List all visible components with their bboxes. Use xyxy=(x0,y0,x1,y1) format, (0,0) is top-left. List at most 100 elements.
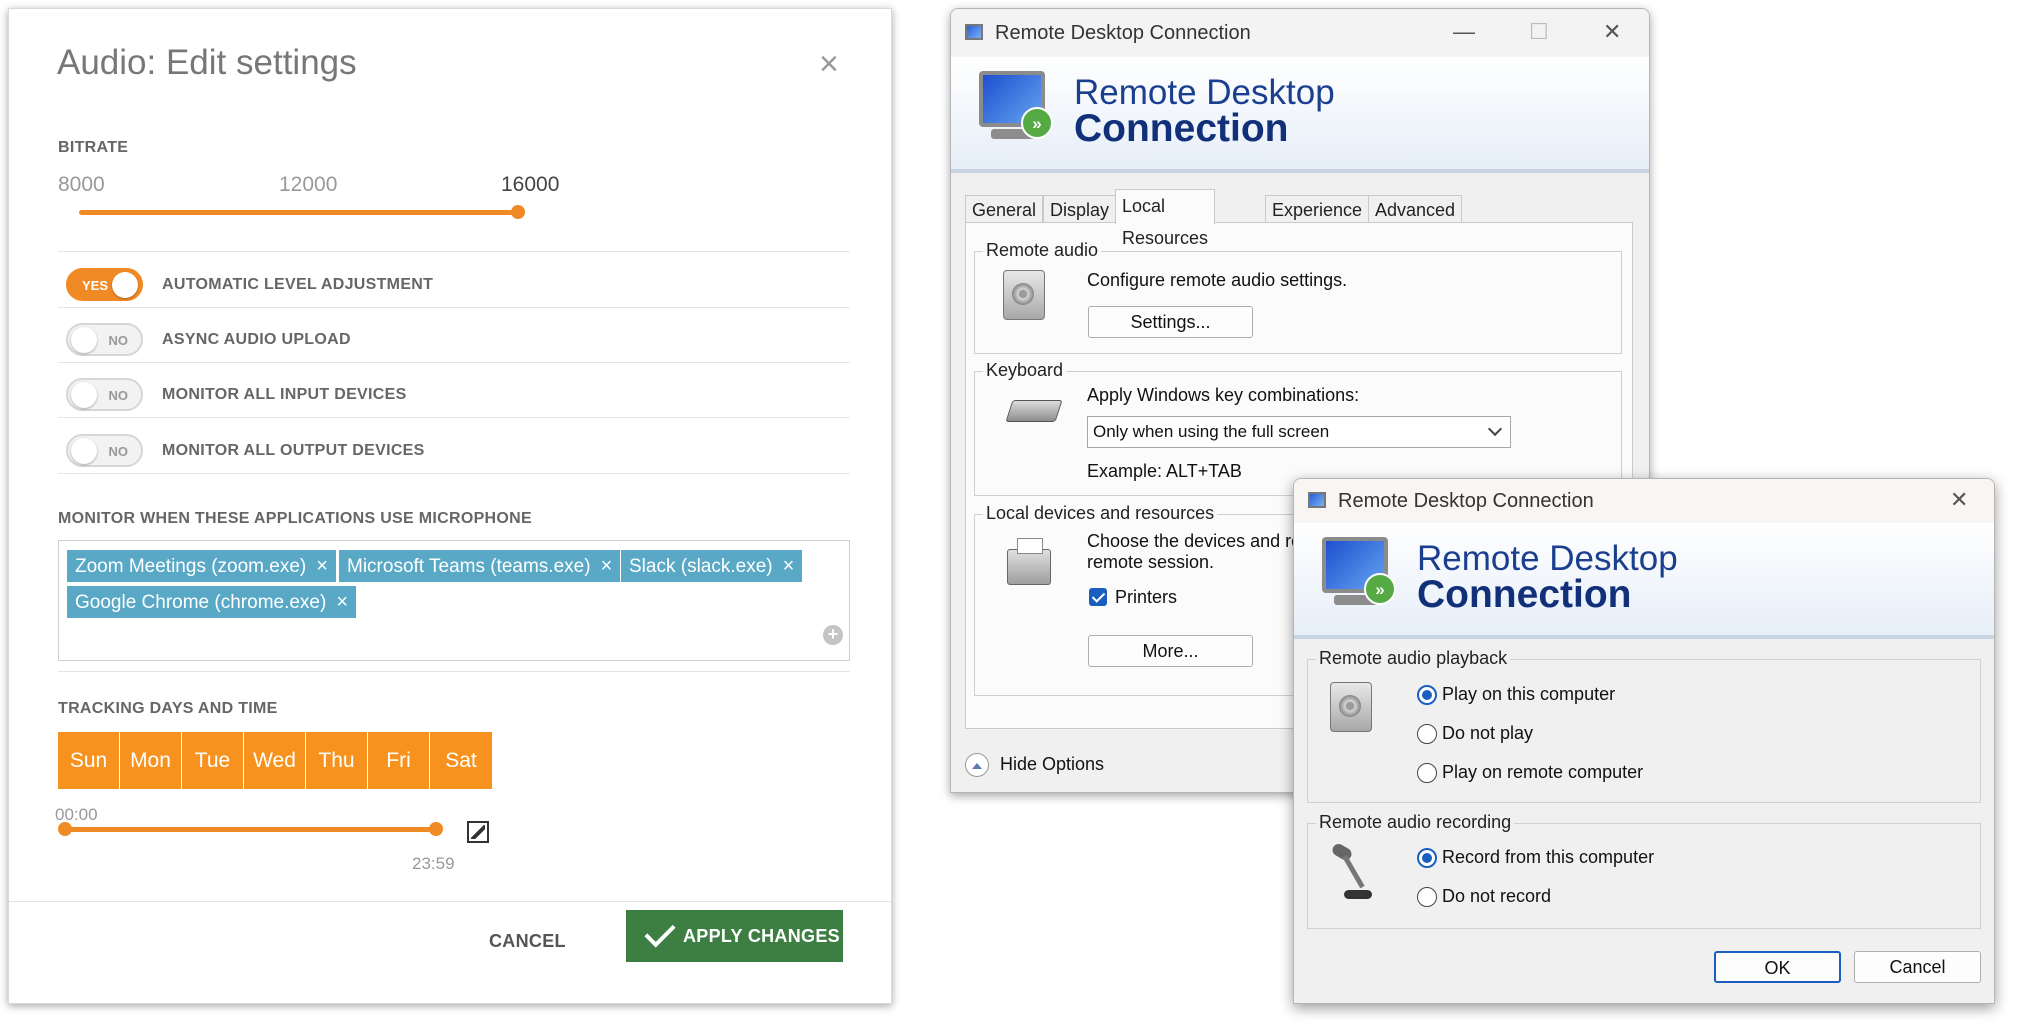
apps-tag-input[interactable]: Zoom Meetings (zoom.exe) × Microsoft Team… xyxy=(58,540,850,661)
ok-button[interactable]: OK xyxy=(1714,951,1841,983)
radio-label: Do not play xyxy=(1442,723,1534,743)
toggle-state-label: YES xyxy=(82,278,109,293)
keyboard-icon xyxy=(1005,400,1063,422)
tab-local-resources[interactable]: Local Resources xyxy=(1115,189,1216,248)
keyboard-description: Apply Windows key combinations: xyxy=(1087,385,1360,405)
monitor-input-toggle[interactable]: NO xyxy=(66,378,143,411)
divider xyxy=(58,671,850,672)
toggle-state-label: NO xyxy=(108,444,129,459)
window-title: Remote Desktop Connection xyxy=(995,22,1251,44)
app-chip: Zoom Meetings (zoom.exe) × xyxy=(67,550,336,582)
toggle-knob xyxy=(71,438,97,464)
day-tue[interactable]: Tue xyxy=(182,732,244,789)
app-icon xyxy=(965,24,983,40)
printers-label: Printers xyxy=(1115,587,1178,607)
footer-divider xyxy=(9,901,891,902)
day-sat[interactable]: Sat xyxy=(430,732,492,789)
audio-settings-button[interactable]: Settings... xyxy=(1088,306,1253,338)
title-bar[interactable]: Remote Desktop Connection — ☐ ✕ xyxy=(951,9,1649,57)
group-title: Keyboard xyxy=(983,360,1067,381)
toggle-label: MONITOR ALL OUTPUT DEVICES xyxy=(162,442,425,459)
divider xyxy=(58,362,850,363)
tab-advanced[interactable]: Advanced xyxy=(1368,195,1463,223)
time-slider-track[interactable] xyxy=(65,827,437,832)
toggle-row-monitor-input: NO MONITOR ALL INPUT DEVICES xyxy=(58,373,850,417)
record-from-this-computer-radio[interactable] xyxy=(1417,848,1437,868)
microphone-icon xyxy=(1326,841,1376,902)
toggle-knob xyxy=(71,382,97,408)
remove-icon[interactable]: × xyxy=(601,555,613,577)
remove-icon[interactable]: × xyxy=(336,591,348,613)
day-fri[interactable]: Fri xyxy=(368,732,430,789)
playback-group: Remote audio playback Play on this compu… xyxy=(1307,648,1981,803)
radio-label: Record from this computer xyxy=(1442,847,1655,867)
day-sun[interactable]: Sun xyxy=(58,732,120,789)
maximize-icon[interactable]: ☐ xyxy=(1529,19,1549,45)
cancel-button[interactable]: CANCEL xyxy=(489,931,566,952)
remove-icon[interactable]: × xyxy=(316,555,328,577)
toggle-state-label: NO xyxy=(108,333,129,348)
day-mon[interactable]: Mon xyxy=(120,732,182,789)
close-icon[interactable]: ✕ xyxy=(1950,487,1968,513)
local-devices-description-line1: Choose the devices and re xyxy=(1087,531,1302,551)
time-slider-end-handle[interactable] xyxy=(429,822,443,836)
bitrate-slider-track[interactable] xyxy=(79,210,519,215)
title-bar[interactable]: Remote Desktop Connection ✕ xyxy=(1294,479,1994,523)
app-chip: Microsoft Teams (teams.exe) × xyxy=(339,550,621,582)
play-on-this-computer-radio[interactable] xyxy=(1417,685,1437,705)
do-not-record-radio[interactable] xyxy=(1417,887,1437,907)
day-thu[interactable]: Thu xyxy=(306,732,368,789)
hide-options-link[interactable]: Hide Options xyxy=(1000,754,1104,775)
app-icon xyxy=(1308,492,1326,508)
toggle-label: AUTOMATIC LEVEL ADJUSTMENT xyxy=(162,276,434,293)
play-on-remote-computer-radio[interactable] xyxy=(1417,763,1437,783)
bitrate-tick-8000[interactable]: 8000 xyxy=(58,173,105,197)
group-title: Local devices and resources xyxy=(983,503,1218,524)
collapse-up-icon[interactable] xyxy=(965,753,989,777)
day-wed[interactable]: Wed xyxy=(244,732,306,789)
group-title: Remote audio xyxy=(983,240,1102,261)
bitrate-tick-12000[interactable]: 12000 xyxy=(279,173,337,197)
rdc-audio-dialog: Remote Desktop Connection ✕ » Remote Des… xyxy=(1293,478,1995,1004)
toggle-state-label: NO xyxy=(108,388,129,403)
bitrate-tick-16000[interactable]: 16000 xyxy=(501,173,559,197)
automatic-level-toggle[interactable]: YES xyxy=(66,268,143,301)
remote-audio-description: Configure remote audio settings. xyxy=(1087,270,1348,290)
toggle-label: MONITOR ALL INPUT DEVICES xyxy=(162,386,407,403)
apply-changes-button[interactable]: APPLY CHANGES xyxy=(626,910,843,962)
banner-title-line2: Connection xyxy=(1074,107,1289,150)
minimize-icon[interactable]: — xyxy=(1453,19,1475,45)
apply-changes-label: APPLY CHANGES xyxy=(683,926,840,946)
check-icon xyxy=(644,916,676,948)
add-icon[interactable]: + xyxy=(823,625,843,645)
edit-icon[interactable] xyxy=(467,821,489,843)
remove-icon[interactable]: × xyxy=(783,555,795,577)
tab-general[interactable]: General xyxy=(965,195,1044,223)
tab-display[interactable]: Display xyxy=(1043,195,1117,223)
tab-experience[interactable]: Experience xyxy=(1265,195,1370,223)
toggle-knob xyxy=(71,327,97,353)
microphone-base xyxy=(1344,890,1372,899)
more-button[interactable]: More... xyxy=(1088,635,1253,667)
async-upload-toggle[interactable]: NO xyxy=(66,323,143,356)
apps-label: MONITOR WHEN THESE APPLICATIONS USE MICR… xyxy=(58,510,532,527)
local-devices-description-line2: remote session. xyxy=(1087,552,1215,572)
bitrate-slider-handle[interactable] xyxy=(511,205,525,219)
do-not-play-radio[interactable] xyxy=(1417,724,1437,744)
radio-label: Play on this computer xyxy=(1442,684,1616,704)
divider xyxy=(58,251,850,252)
bitrate-ticks: 8000 12000 16000 xyxy=(58,173,578,201)
cancel-button[interactable]: Cancel xyxy=(1854,951,1981,983)
divider xyxy=(58,307,850,308)
printers-checkbox[interactable] xyxy=(1089,588,1107,606)
close-icon[interactable]: ✕ xyxy=(1603,19,1621,45)
toggle-label: ASYNC AUDIO UPLOAD xyxy=(162,331,351,348)
time-slider-start-handle[interactable] xyxy=(58,822,72,836)
monitor-output-toggle[interactable]: NO xyxy=(66,434,143,467)
speaker-icon xyxy=(1003,270,1045,320)
close-icon[interactable]: × xyxy=(819,47,839,81)
windows-key-select[interactable]: Only when using the full screen xyxy=(1087,416,1511,448)
bitrate-label: BITRATE xyxy=(58,139,129,156)
tracking-label: TRACKING DAYS AND TIME xyxy=(58,700,278,717)
app-chip: Google Chrome (chrome.exe) × xyxy=(67,586,357,618)
